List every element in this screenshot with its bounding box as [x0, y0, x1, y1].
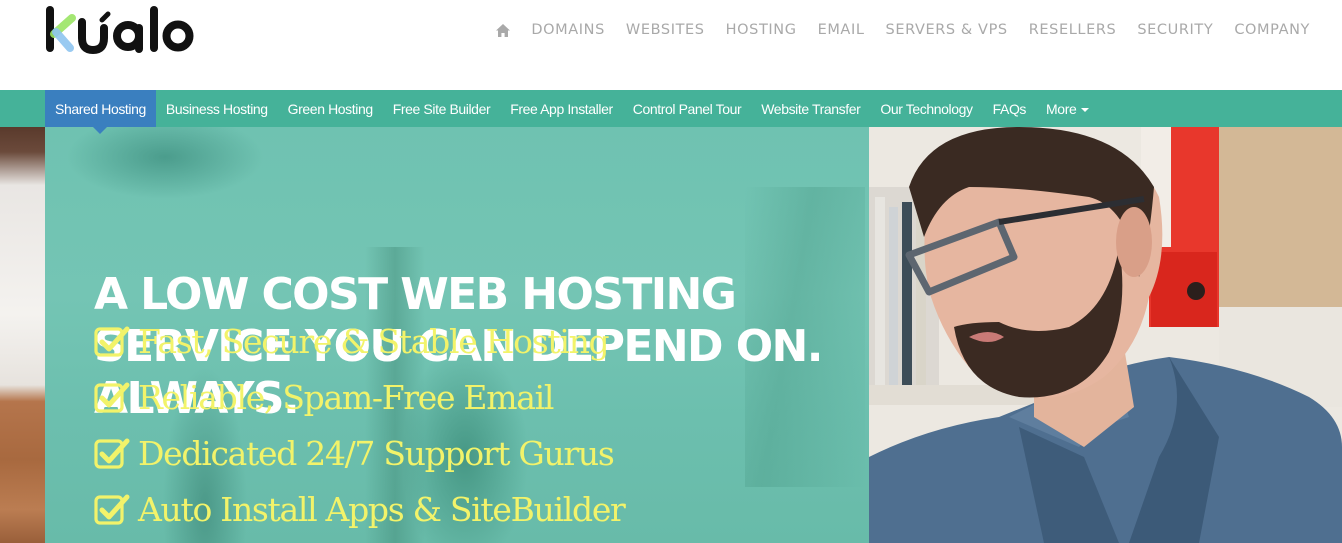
sub-nav-control-panel-tour[interactable]: Control Panel Tour: [623, 90, 752, 127]
top-header: DOMAINS WEBSITES HOSTING EMAIL SERVERS &…: [0, 0, 1342, 90]
sub-nav-business-hosting[interactable]: Business Hosting: [156, 90, 278, 127]
nav-hosting[interactable]: HOSTING: [726, 19, 797, 41]
feature-label: Auto Install Apps & SiteBuilder: [138, 489, 626, 529]
nav-resellers[interactable]: RESELLERS: [1029, 19, 1117, 41]
feature-label: Reliable, Spam-Free Email: [138, 377, 554, 417]
nav-email[interactable]: EMAIL: [818, 19, 865, 41]
kualo-logo[interactable]: [44, 4, 196, 54]
checkbox-checked-icon: [94, 435, 130, 471]
feature-label: Dedicated 24/7 Support Gurus: [138, 433, 615, 473]
man-with-glasses-photo: [869, 127, 1342, 543]
nav-websites[interactable]: WEBSITES: [626, 19, 705, 41]
sub-nav-items: Shared Hosting Business Hosting Green Ho…: [45, 90, 1099, 134]
feature-item: Reliable, Spam-Free Email: [94, 369, 625, 425]
checkbox-checked-icon: [94, 379, 130, 415]
sub-nav-free-site-builder[interactable]: Free Site Builder: [383, 90, 500, 127]
sub-nav-free-app-installer[interactable]: Free App Installer: [500, 90, 623, 127]
main-nav: DOMAINS WEBSITES HOSTING EMAIL SERVERS &…: [496, 19, 1310, 41]
caret-down-icon: [1081, 107, 1090, 112]
feature-item: Auto Install Apps & SiteBuilder: [94, 481, 626, 537]
sub-nav-our-technology[interactable]: Our Technology: [870, 90, 982, 127]
feature-list: Fast, Secure & Stable Hosting Reliable, …: [94, 313, 626, 537]
nav-company[interactable]: COMPANY: [1234, 19, 1310, 41]
checkbox-checked-icon: [94, 323, 130, 359]
sub-nav-shared-hosting[interactable]: Shared Hosting: [45, 90, 156, 134]
hero-background-photo: [0, 127, 45, 543]
sub-nav-more-label: More: [1046, 100, 1077, 117]
sub-nav-faqs[interactable]: FAQs: [983, 90, 1036, 127]
feature-item: Fast, Secure & Stable Hosting: [94, 313, 625, 369]
nav-domains[interactable]: DOMAINS: [531, 19, 605, 41]
sub-nav-more-dropdown[interactable]: More: [1036, 90, 1099, 127]
sub-nav-website-transfer[interactable]: Website Transfer: [751, 90, 870, 127]
checkbox-checked-icon: [94, 491, 130, 527]
sub-nav-green-hosting[interactable]: Green Hosting: [278, 90, 383, 127]
nav-servers-vps[interactable]: SERVERS & VPS: [886, 19, 1008, 41]
kualo-logo-mark: [46, 6, 194, 54]
home-icon[interactable]: [496, 23, 511, 37]
nav-security[interactable]: SECURITY: [1137, 19, 1213, 41]
hosting-sub-nav: Shared Hosting Business Hosting Green Ho…: [0, 90, 1342, 134]
feature-label: Fast, Secure & Stable Hosting: [138, 321, 610, 361]
feature-item: Dedicated 24/7 Support Gurus: [94, 425, 625, 481]
hero-person-photo: [869, 127, 1342, 543]
